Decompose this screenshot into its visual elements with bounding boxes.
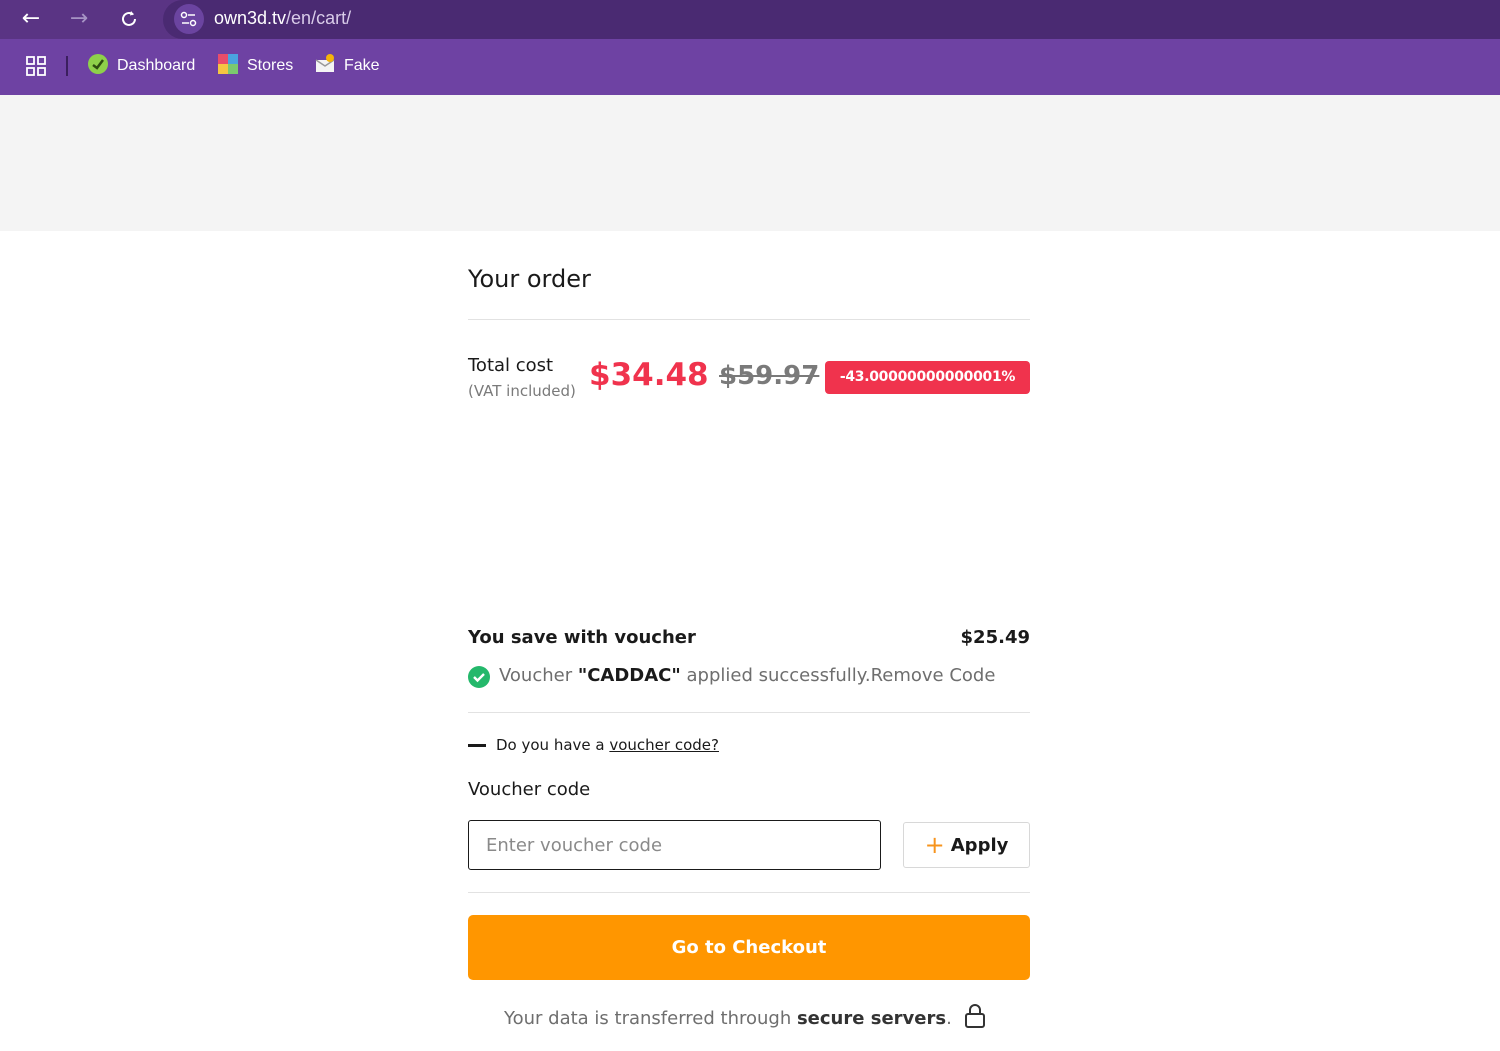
voucher-toggle-prefix: Do you have a (496, 736, 610, 754)
applied-voucher-code: "CADDAC" (577, 665, 681, 686)
voucher-savings-amount: $25.49 (960, 627, 1030, 648)
back-icon[interactable]: ← (16, 4, 46, 34)
voucher-toggle[interactable]: Do you have a voucher code? (468, 736, 719, 754)
bookmarks-separator (66, 56, 68, 76)
forward-icon[interactable]: → (64, 4, 94, 34)
remove-code-link[interactable]: Remove Code (871, 665, 996, 686)
secure-text-prefix: Your data is transferred through (504, 1008, 797, 1029)
discounted-price: $34.48 (589, 357, 709, 393)
apply-label: Apply (950, 834, 1009, 856)
bookmark-label: Stores (247, 57, 294, 74)
voucher-toggle-text: Do you have a voucher code? (496, 736, 719, 754)
page-header-band (0, 95, 1500, 231)
collapse-minus-icon[interactable] (468, 743, 486, 747)
secure-text: Your data is transferred through secure … (504, 1008, 952, 1029)
success-check-icon (468, 666, 490, 688)
url-path: /en/cart/ (286, 8, 352, 28)
apps-grid-icon[interactable] (25, 53, 47, 79)
voucher-status-prefix: Voucher (499, 665, 578, 686)
voucher-status: Voucher "CADDAC" applied successfully.Re… (499, 665, 995, 686)
bookmarks-bar: Dashboard Stores Fake (0, 39, 1500, 95)
divider (468, 892, 1030, 893)
discount-badge: -43.00000000000001% (825, 361, 1030, 394)
voucher-status-suffix: applied successfully. (680, 665, 871, 686)
divider (468, 319, 1030, 320)
url-field[interactable] (163, 0, 1500, 39)
site-settings-icon[interactable] (174, 4, 204, 34)
divider (468, 712, 1030, 713)
url-host: own3d.tv (214, 8, 287, 28)
checkout-label: Go to Checkout (671, 937, 827, 958)
secure-text-bold: secure servers (796, 1008, 947, 1029)
total-cost-label: Total cost (468, 355, 554, 376)
bookmark-dashboard[interactable]: Dashboard (87, 53, 195, 79)
stores-favicon-icon (217, 53, 239, 80)
bookmark-label: Dashboard (117, 57, 196, 74)
original-price: $59.97 (719, 361, 820, 391)
bookmark-fake[interactable]: Fake (314, 53, 380, 79)
apply-voucher-button[interactable]: + Apply (903, 822, 1030, 868)
bookmark-label: Fake (344, 57, 380, 74)
vat-note: (VAT included) (468, 382, 576, 400)
voucher-code-link[interactable]: voucher code? (609, 736, 719, 754)
secure-text-suffix: . (946, 1008, 952, 1029)
checkout-button[interactable]: Go to Checkout (468, 915, 1030, 980)
secure-note: Your data is transferred through secure … (504, 1003, 986, 1034)
voucher-savings-label: You save with voucher (468, 627, 696, 648)
voucher-code-label: Voucher code (468, 779, 591, 800)
fake-favicon-icon (314, 53, 336, 80)
bookmark-stores[interactable]: Stores (217, 53, 293, 79)
voucher-code-input[interactable] (468, 820, 881, 870)
lock-icon (964, 1003, 986, 1034)
reload-icon[interactable] (114, 4, 144, 34)
dashboard-favicon-icon (87, 53, 109, 80)
url-text[interactable]: own3d.tv/en/cart/ (214, 5, 351, 31)
order-title: Your order (468, 265, 591, 293)
address-bar: ← → own3d.tv/en/cart/ (0, 0, 1500, 39)
plus-icon: + (924, 831, 945, 859)
